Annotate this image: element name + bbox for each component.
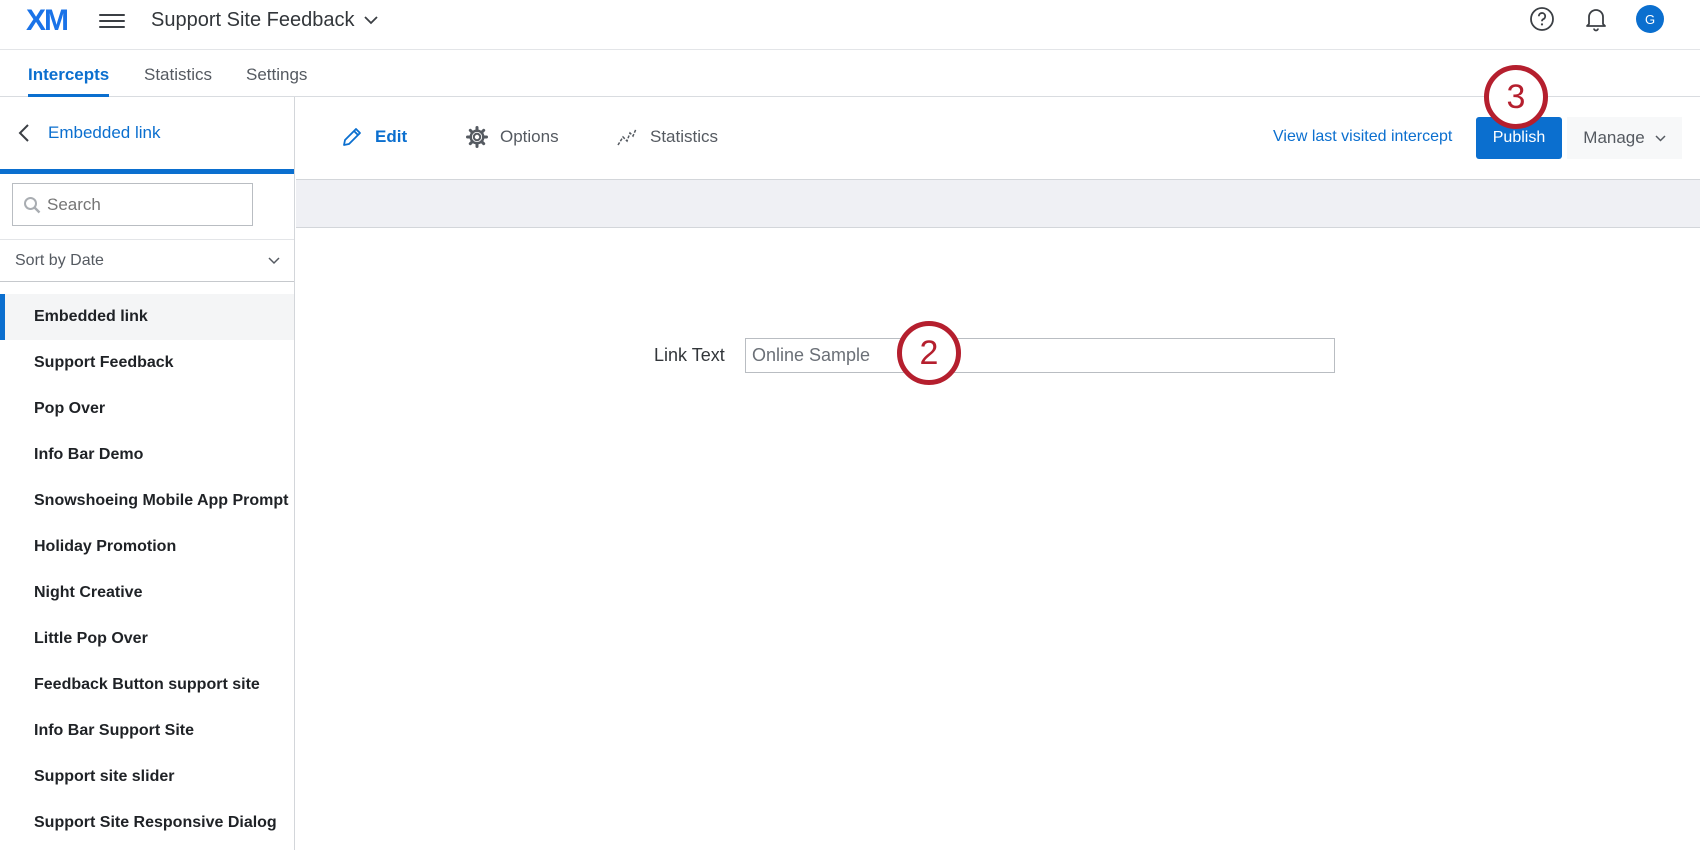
edit-label: Edit — [375, 127, 408, 146]
pencil-icon — [343, 128, 361, 146]
view-last-visited-link[interactable]: View last visited intercept — [1273, 128, 1452, 146]
project-title-dropdown[interactable]: Support Site Feedback — [151, 9, 379, 32]
statistics-label: Statistics — [650, 127, 719, 146]
search-input[interactable] — [47, 194, 237, 215]
list-item[interactable]: Support Feedback — [0, 340, 294, 386]
back-to-list[interactable]: Embedded link — [0, 97, 294, 174]
options-button[interactable]: Options — [466, 126, 559, 148]
manage-dropdown[interactable]: Manage — [1567, 117, 1682, 159]
list-item[interactable]: Embedded link — [0, 294, 294, 340]
avatar[interactable]: G — [1636, 5, 1664, 33]
chevron-left-icon — [18, 124, 29, 142]
manage-label: Manage — [1583, 128, 1645, 147]
chevron-down-icon — [1655, 134, 1666, 142]
gear-icon — [466, 126, 488, 148]
notification-bell-icon[interactable] — [1582, 5, 1610, 33]
options-label: Options — [500, 127, 559, 146]
line-chart-icon — [617, 128, 637, 146]
search-box[interactable] — [12, 183, 253, 226]
intercept-list: Embedded link Support Feedback Pop Over … — [0, 282, 294, 846]
sort-dropdown[interactable]: Sort by Date — [0, 240, 294, 282]
tab-settings[interactable]: Settings — [246, 65, 307, 85]
list-item[interactable]: Feedback Button support site — [0, 662, 294, 708]
statistics-button[interactable]: Statistics — [616, 126, 718, 148]
link-text-input[interactable] — [745, 338, 1335, 373]
link-text-label: Link Text — [654, 345, 725, 365]
chevron-down-icon — [364, 16, 379, 25]
step-callout-2: 2 — [897, 321, 961, 385]
hamburger-menu-icon[interactable] — [99, 10, 125, 32]
step-callout-3: 3 — [1484, 65, 1548, 129]
xm-logo[interactable]: XM — [26, 4, 69, 38]
edit-button[interactable]: Edit — [341, 126, 407, 148]
list-item[interactable]: Pop Over — [0, 386, 294, 432]
sort-label: Sort by Date — [15, 251, 104, 269]
project-title: Support Site Feedback — [151, 9, 355, 31]
list-item[interactable]: Holiday Promotion — [0, 524, 294, 570]
sidebar: Embedded link Sort by Date Embedded link… — [0, 97, 295, 850]
list-item[interactable]: Support site slider — [0, 754, 294, 800]
list-item[interactable]: Info Bar Support Site — [0, 708, 294, 754]
list-item[interactable]: Night Creative — [0, 570, 294, 616]
main-content: Edit Options Statistics View last visite… — [296, 97, 1700, 850]
list-item[interactable]: Info Bar Demo — [0, 432, 294, 478]
editor-banner — [296, 180, 1700, 228]
list-item[interactable]: Support Site Responsive Dialog — [0, 800, 294, 846]
help-icon[interactable] — [1528, 5, 1556, 33]
tab-statistics[interactable]: Statistics — [144, 65, 212, 85]
current-intercept-name: Embedded link — [48, 123, 161, 142]
search-icon — [24, 196, 41, 213]
chevron-down-icon — [268, 256, 280, 264]
list-item[interactable]: Snowshoeing Mobile App Prompt — [0, 478, 294, 524]
tab-intercepts[interactable]: Intercepts — [28, 65, 110, 97]
top-bar: XM Support Site Feedback G — [0, 0, 1700, 50]
list-item[interactable]: Little Pop Over — [0, 616, 294, 662]
main-tabs: Intercepts Statistics Settings — [0, 50, 1700, 97]
